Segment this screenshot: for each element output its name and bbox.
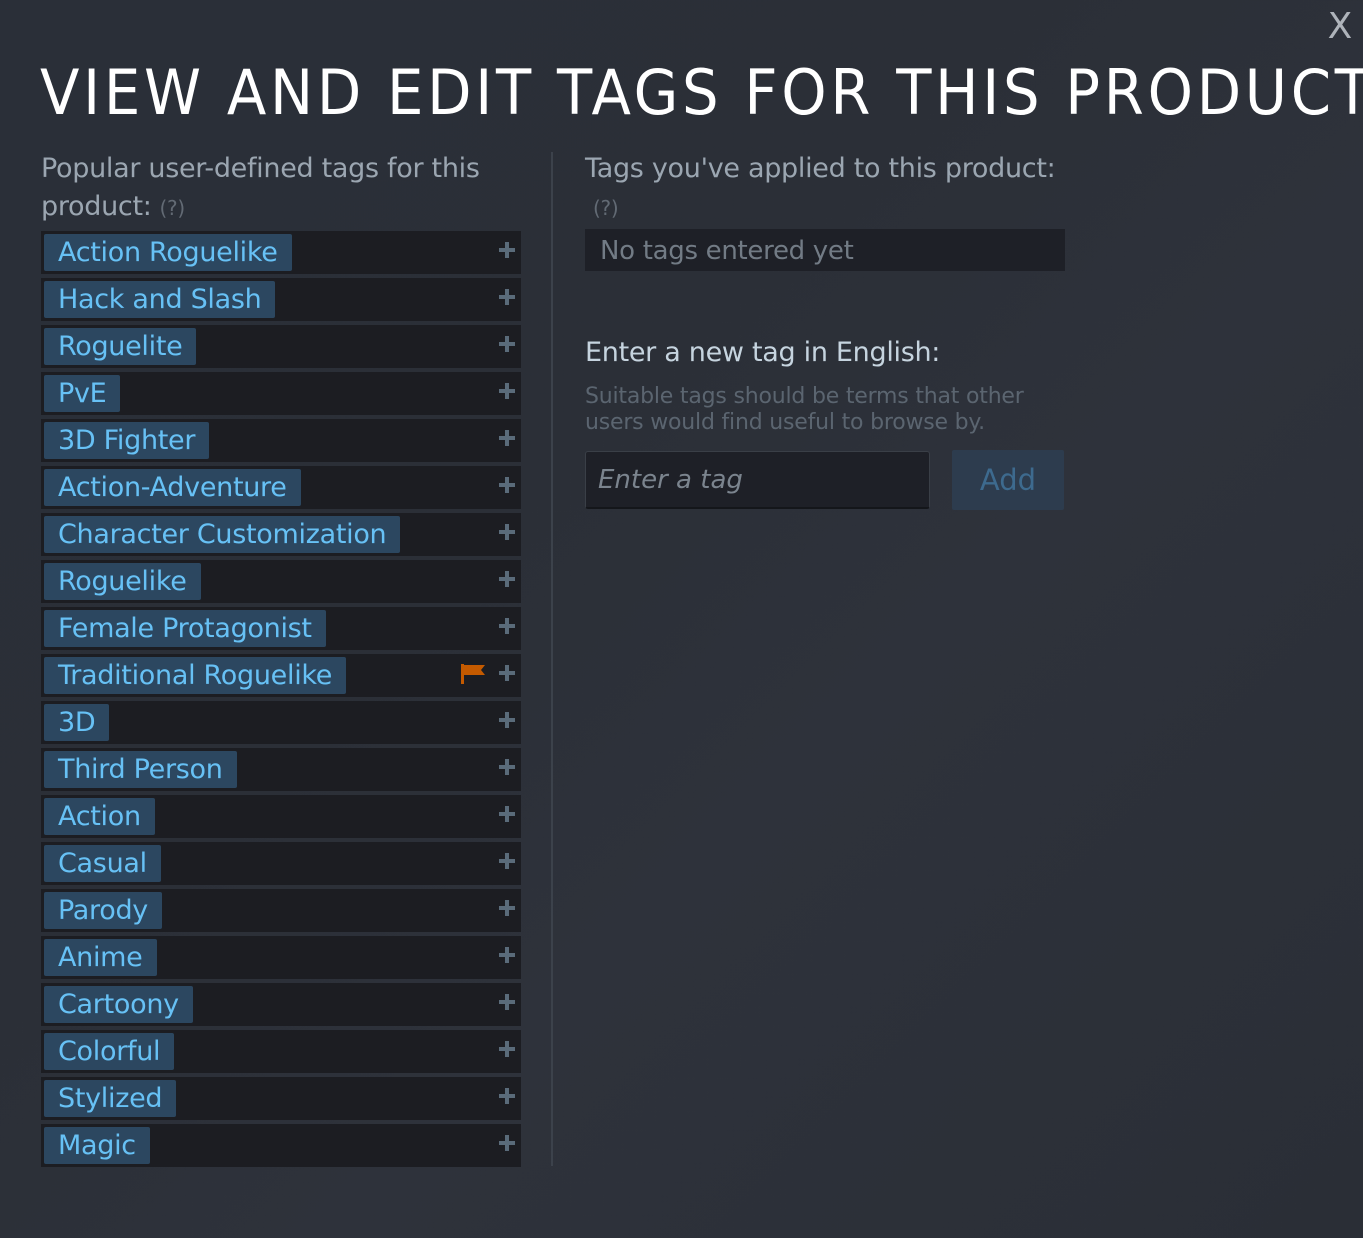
tag-pill[interactable]: Cartoony [44, 986, 193, 1023]
tag-row: Action-Adventure [41, 466, 521, 509]
plus-icon[interactable] [499, 665, 515, 681]
new-tag-input-row: Add [585, 450, 1065, 510]
new-tag-label: Enter a new tag in English: [585, 337, 941, 368]
tag-pill[interactable]: Magic [44, 1127, 150, 1164]
plus-icon[interactable] [499, 430, 515, 446]
tag-row: Cartoony [41, 983, 521, 1026]
plus-icon[interactable] [499, 477, 515, 493]
tag-row: Anime [41, 936, 521, 979]
plus-icon[interactable] [499, 806, 515, 822]
column-divider [551, 152, 553, 1166]
tag-pill[interactable]: Colorful [44, 1033, 175, 1070]
tag-pill[interactable]: Roguelite [44, 328, 197, 365]
tag-row: Action [41, 795, 521, 838]
applied-tags-panel: Tags you've applied to this product:(?) … [585, 150, 1065, 510]
tag-pill[interactable]: Action-Adventure [44, 469, 301, 506]
tag-pill[interactable]: Third Person [44, 751, 237, 788]
popular-tags-panel: Popular user-defined tags for this produ… [41, 150, 521, 1171]
tag-pill[interactable]: Traditional Roguelike [44, 657, 347, 694]
plus-icon[interactable] [499, 1041, 515, 1057]
tag-row: Third Person [41, 748, 521, 791]
plus-icon[interactable] [499, 994, 515, 1010]
tag-pill[interactable]: Stylized [44, 1080, 177, 1117]
page-title: VIEW AND EDIT TAGS FOR THIS PRODUCT [40, 56, 1363, 129]
plus-icon[interactable] [499, 618, 515, 634]
tag-pill[interactable]: Hack and Slash [44, 281, 276, 318]
plus-icon[interactable] [499, 383, 515, 399]
tag-row: Colorful [41, 1030, 521, 1073]
plus-icon[interactable] [499, 947, 515, 963]
flag-icon[interactable] [461, 664, 485, 684]
tag-row: Magic [41, 1124, 521, 1167]
tag-input[interactable] [585, 451, 930, 509]
tag-row: Hack and Slash [41, 278, 521, 321]
tag-row: 3D Fighter [41, 419, 521, 462]
tag-row: Roguelite [41, 325, 521, 368]
tag-row: 3D [41, 701, 521, 744]
applied-tags-label: Tags you've applied to this product: (?) [585, 150, 1065, 227]
plus-icon[interactable] [499, 853, 515, 869]
tag-row: Roguelike [41, 560, 521, 603]
tag-pill[interactable]: Casual [44, 845, 161, 882]
tag-row: PvE [41, 372, 521, 415]
popular-tag-list: Action Roguelike Hack and Slash Roguelite P… [41, 231, 521, 1167]
add-tag-button[interactable]: Add [952, 450, 1064, 510]
applied-tags-label-text: Tags you've applied to this product: [585, 153, 1056, 184]
plus-icon[interactable] [499, 1135, 515, 1151]
tag-pill[interactable]: Anime [44, 939, 157, 976]
tag-row: Traditional Roguelike [41, 654, 521, 697]
tag-pill[interactable]: PvE [44, 375, 121, 412]
tag-row: Casual [41, 842, 521, 885]
applied-tags-box: No tags entered yet [585, 229, 1065, 271]
tag-row: Female Protagonist [41, 607, 521, 650]
tag-pill[interactable]: Character Customization [44, 516, 401, 553]
plus-icon[interactable] [499, 900, 515, 916]
plus-icon[interactable] [499, 1088, 515, 1104]
popular-tags-label: Popular user-defined tags for this produ… [41, 150, 521, 227]
applied-help-icon[interactable]: (?) [593, 196, 619, 220]
close-icon[interactable]: X [1325, 9, 1355, 45]
plus-icon[interactable] [499, 571, 515, 587]
popular-tags-label-text: Popular user-defined tags for this produ… [41, 153, 480, 222]
tag-pill[interactable]: Roguelike [44, 563, 201, 600]
plus-icon[interactable] [499, 289, 515, 305]
tag-pill[interactable]: Action [44, 798, 155, 835]
tag-row: Stylized [41, 1077, 521, 1120]
plus-icon[interactable] [499, 712, 515, 728]
plus-icon[interactable] [499, 524, 515, 540]
popular-help-icon[interactable]: (?) [160, 196, 186, 220]
tag-row: Action Roguelike [41, 231, 521, 274]
tag-row: Parody [41, 889, 521, 932]
tag-pill[interactable]: Parody [44, 892, 162, 929]
plus-icon[interactable] [499, 336, 515, 352]
tag-pill[interactable]: 3D [44, 704, 110, 741]
new-tag-hint: Suitable tags should be terms that other… [585, 384, 1024, 435]
tag-row: Character Customization [41, 513, 521, 556]
tag-pill[interactable]: Female Protagonist [44, 610, 326, 647]
tag-pill[interactable]: Action Roguelike [44, 234, 292, 271]
plus-icon[interactable] [499, 759, 515, 775]
tag-pill[interactable]: 3D Fighter [44, 422, 210, 459]
plus-icon[interactable] [499, 242, 515, 258]
